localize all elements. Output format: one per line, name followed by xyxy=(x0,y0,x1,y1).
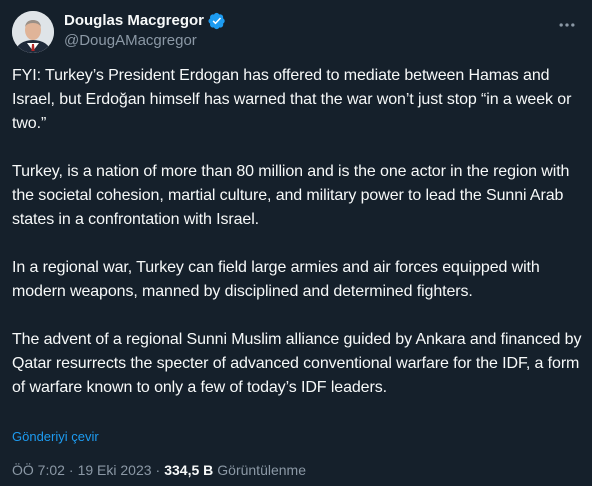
tweet-date[interactable]: 19 Eki 2023 xyxy=(78,460,152,480)
tweet-paragraph: FYI: Turkey’s President Erdogan has offe… xyxy=(12,67,572,132)
name-row: Douglas Macgregor xyxy=(64,11,226,31)
translate-tweet-link[interactable]: Gönderiyi çevir xyxy=(12,428,99,446)
display-name[interactable]: Douglas Macgregor xyxy=(64,11,204,31)
meta-separator: · xyxy=(68,462,74,478)
tweet-card: Douglas Macgregor @DougAMacgregor FYI: T… xyxy=(0,0,592,486)
tweet-paragraph: The advent of a regional Sunni Muslim al… xyxy=(12,331,582,396)
verified-badge-icon[interactable] xyxy=(208,12,226,30)
views-count: 334,5 B xyxy=(164,462,214,478)
user-handle[interactable]: @DougAMacgregor xyxy=(64,31,226,51)
views-label: Görüntülenme xyxy=(217,462,306,478)
tweet-paragraph: Turkey, is a nation of more than 80 mill… xyxy=(12,163,570,228)
author-info: Douglas Macgregor @DougAMacgregor xyxy=(64,11,226,51)
meta-separator: · xyxy=(155,462,161,478)
more-options-button[interactable] xyxy=(552,10,582,40)
more-horizontal-icon xyxy=(559,23,575,27)
tweet-metadata: ÖÖ 7:02 · 19 Eki 2023 · 334,5 B Görüntül… xyxy=(12,460,306,480)
avatar-image xyxy=(12,11,54,53)
tweet-time[interactable]: ÖÖ 7:02 xyxy=(12,460,65,480)
tweet-paragraph: In a regional war, Turkey can field larg… xyxy=(12,259,540,300)
tweet-text: FYI: Turkey’s President Erdogan has offe… xyxy=(12,64,582,400)
avatar[interactable] xyxy=(12,11,54,53)
